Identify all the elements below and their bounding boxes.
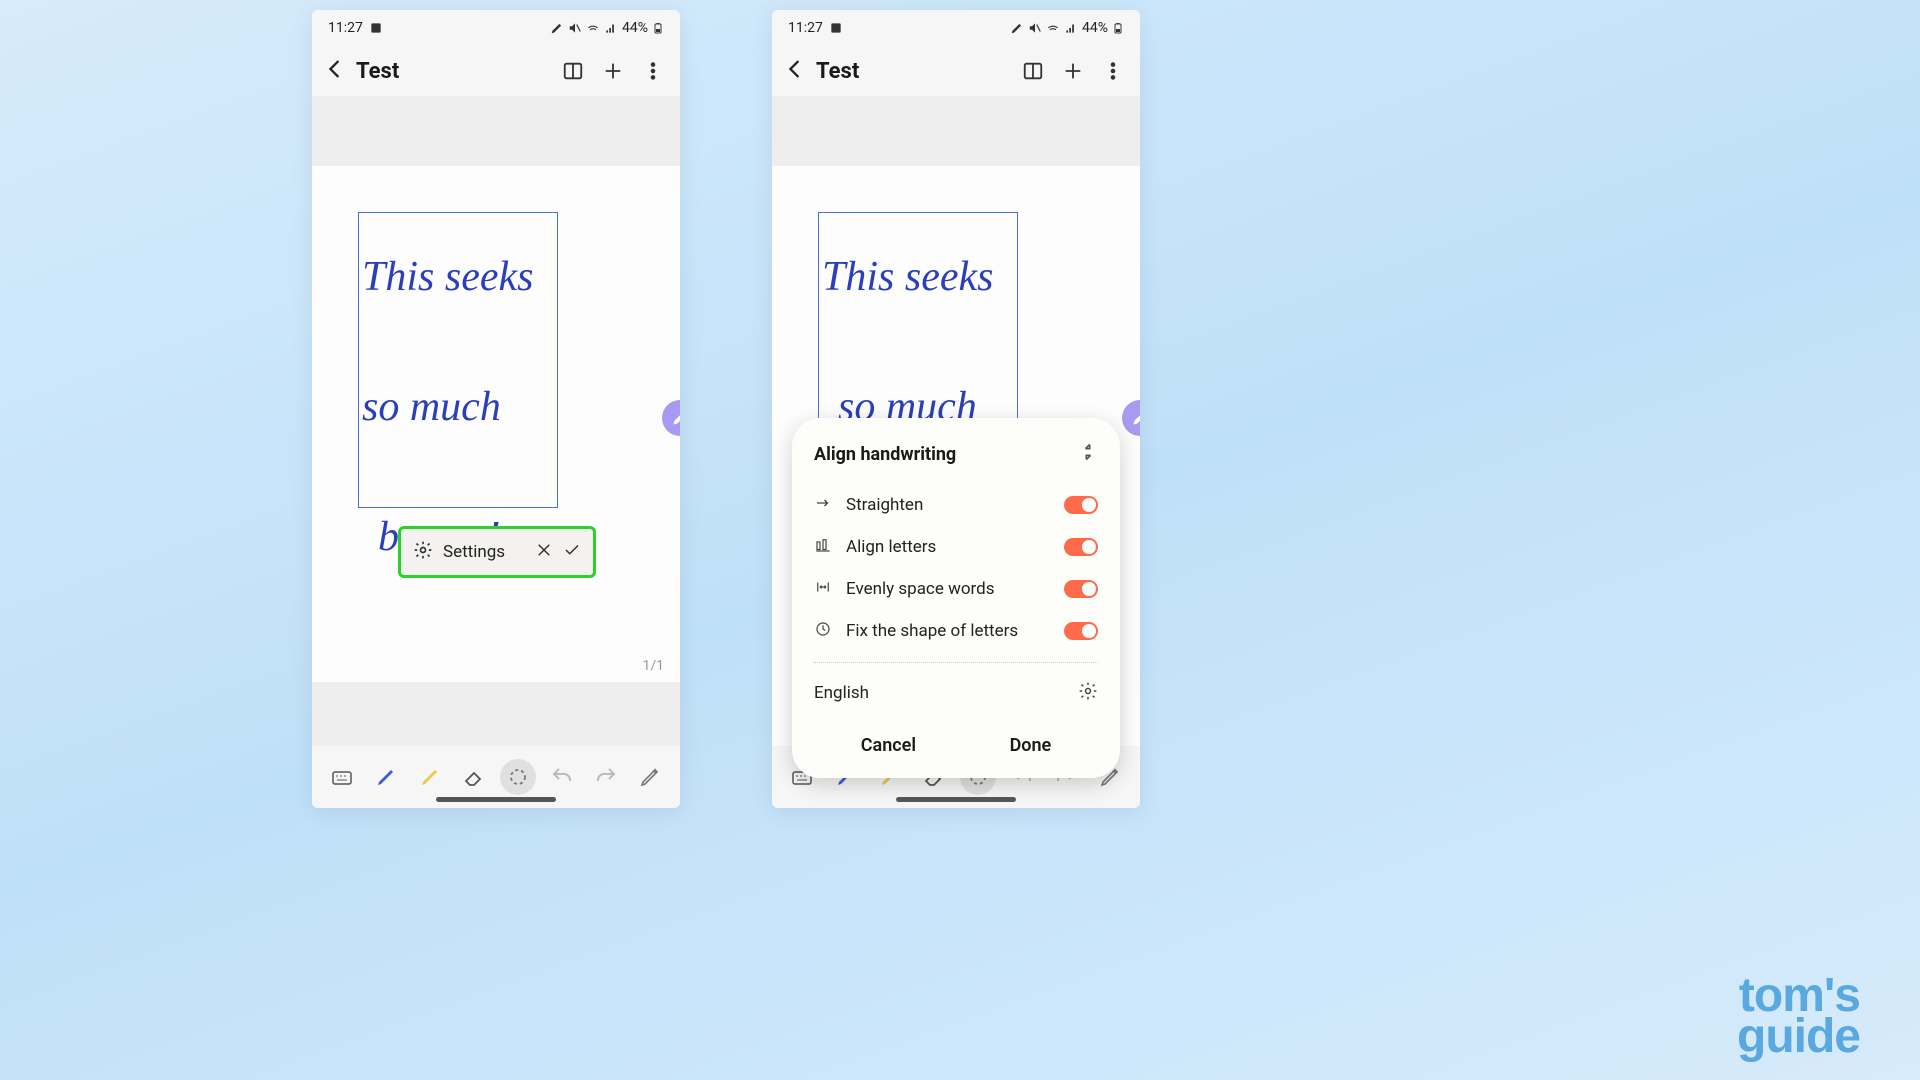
add-button[interactable] xyxy=(598,60,628,82)
highlighter-tool[interactable] xyxy=(412,759,448,795)
toggle-switch[interactable] xyxy=(1064,496,1098,514)
toggle-switch[interactable] xyxy=(1064,622,1098,640)
lasso-tool[interactable] xyxy=(500,759,536,795)
language-row[interactable]: English xyxy=(814,677,1098,719)
redo-tool[interactable] xyxy=(588,759,624,795)
more-button[interactable] xyxy=(1098,60,1128,82)
confirm-icon[interactable] xyxy=(563,541,581,563)
back-button[interactable] xyxy=(784,58,806,84)
option-label: Align letters xyxy=(846,537,1050,557)
option-label: Evenly space words xyxy=(846,579,1050,599)
phone-screenshot-left: 11:27 44% Test xyxy=(312,10,680,808)
align-handwriting-panel: Align handwriting Straighten Align lette… xyxy=(792,418,1120,778)
battery-icon xyxy=(1112,21,1124,35)
close-icon[interactable] xyxy=(535,541,553,563)
stylus-icon xyxy=(550,21,564,35)
phone-screenshot-right: 11:27 44% Test xyxy=(772,10,1140,808)
keyboard-tool[interactable] xyxy=(324,759,360,795)
note-canvas[interactable]: This seeks so much Align handwriting Str… xyxy=(772,166,1140,746)
watermark-logo: tom's guide xyxy=(1737,976,1860,1058)
align-letters-icon xyxy=(814,536,832,558)
eraser-tool[interactable] xyxy=(456,759,492,795)
mute-icon xyxy=(568,21,582,35)
toggle-switch[interactable] xyxy=(1064,538,1098,556)
status-time: 11:27 xyxy=(328,20,363,36)
option-fix-shape[interactable]: Fix the shape of letters xyxy=(814,610,1098,652)
panel-title: Align handwriting xyxy=(814,444,956,465)
option-label: Straighten xyxy=(846,495,1050,515)
status-bar: 11:27 44% xyxy=(772,10,1140,46)
language-label: English xyxy=(814,683,869,703)
status-bar: 11:27 44% xyxy=(312,10,680,46)
assistant-floating-button[interactable] xyxy=(662,400,680,436)
page-title: Test xyxy=(356,59,548,84)
sub-header xyxy=(312,96,680,166)
mute-icon xyxy=(1028,21,1042,35)
gear-icon[interactable] xyxy=(1078,681,1098,705)
home-indicator[interactable] xyxy=(896,797,1016,802)
app-header: Test xyxy=(312,46,680,96)
fix-shape-icon xyxy=(814,620,832,642)
notification-icon xyxy=(829,21,843,35)
handwriting-line: This seeks xyxy=(362,256,572,298)
watermark-line2: guide xyxy=(1737,1017,1860,1058)
reader-mode-button[interactable] xyxy=(1018,60,1048,82)
settings-label[interactable]: Settings xyxy=(443,542,525,562)
back-button[interactable] xyxy=(324,58,346,84)
handwriting-line: so much xyxy=(362,386,572,428)
more-button[interactable] xyxy=(638,60,668,82)
option-evenly-space[interactable]: Evenly space words xyxy=(814,568,1098,610)
ai-pen-tool[interactable] xyxy=(632,759,668,795)
gear-icon[interactable] xyxy=(413,540,433,564)
option-label: Fix the shape of letters xyxy=(846,621,1050,641)
battery-label: 44% xyxy=(622,20,648,36)
cancel-button[interactable]: Cancel xyxy=(841,725,936,766)
add-button[interactable] xyxy=(1058,60,1088,82)
signal-icon xyxy=(1064,21,1078,35)
handwriting-line: This seeks xyxy=(822,256,1032,298)
settings-popup: Settings xyxy=(398,526,596,578)
toolbar-gap xyxy=(312,682,680,746)
app-header: Test xyxy=(772,46,1140,96)
collapse-icon[interactable] xyxy=(1078,442,1098,466)
panel-actions: Cancel Done xyxy=(814,719,1098,766)
page-title: Test xyxy=(816,59,1008,84)
wifi-icon xyxy=(1046,21,1060,35)
sub-header xyxy=(772,96,1140,166)
battery-icon xyxy=(652,21,664,35)
notification-icon xyxy=(369,21,383,35)
page-counter: 1/1 xyxy=(642,658,664,674)
home-indicator[interactable] xyxy=(436,797,556,802)
assistant-floating-button[interactable] xyxy=(1122,400,1140,436)
pen-tool[interactable] xyxy=(368,759,404,795)
status-time: 11:27 xyxy=(788,20,823,36)
note-canvas[interactable]: This seeks so much better ! Settings 1/ xyxy=(312,166,680,682)
signal-icon xyxy=(604,21,618,35)
done-button[interactable]: Done xyxy=(990,725,1072,766)
panel-divider xyxy=(814,662,1098,663)
space-words-icon xyxy=(814,578,832,600)
straighten-icon xyxy=(814,494,832,516)
stylus-icon xyxy=(1010,21,1024,35)
option-straighten[interactable]: Straighten xyxy=(814,484,1098,526)
undo-tool[interactable] xyxy=(544,759,580,795)
reader-mode-button[interactable] xyxy=(558,60,588,82)
wifi-icon xyxy=(586,21,600,35)
battery-label: 44% xyxy=(1082,20,1108,36)
option-align-letters[interactable]: Align letters xyxy=(814,526,1098,568)
toggle-switch[interactable] xyxy=(1064,580,1098,598)
